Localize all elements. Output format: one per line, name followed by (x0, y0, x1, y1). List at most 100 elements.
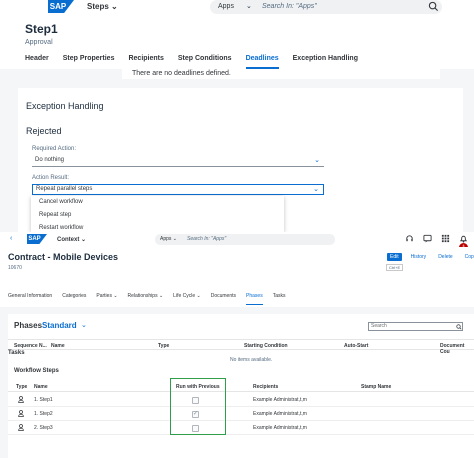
top-screen: SAP Steps ⌄ Apps ⌄ Search In: "Apps" Ste… (0, 0, 474, 232)
column-header[interactable]: Document Cou (440, 343, 474, 355)
table-row[interactable]: 1. Step1 Example Administrat,t,m (8, 393, 474, 407)
copy-button[interactable]: Copy (460, 252, 474, 262)
step-name[interactable]: 1. Step2 (34, 411, 53, 417)
apps-grid-icon[interactable] (441, 234, 450, 243)
action-result-dropdown: Cancel workflow Repeat step Restart work… (31, 196, 284, 232)
shell-bar: ‹ SAP Context ⌄ Apps ⌄ Search In: "Apps"… (0, 232, 474, 252)
workflow-steps-title: Workflow Steps (14, 368, 59, 374)
search-icon[interactable] (456, 324, 462, 330)
search-icon[interactable] (428, 1, 439, 12)
action-result-select[interactable]: Repeat parallel steps ⌄ (32, 184, 324, 195)
tab-parties[interactable]: Parties ⌄ (96, 293, 117, 305)
required-action-label: Required Action: (32, 146, 77, 152)
column-header[interactable]: Name (51, 343, 65, 349)
column-header[interactable]: Stamp Name (361, 384, 391, 390)
person-icon (18, 410, 24, 417)
tab-step-properties[interactable]: Step Properties (63, 55, 115, 69)
tab-exception-handling[interactable]: Exception Handling (293, 55, 358, 69)
variant-selector[interactable]: Standard (42, 321, 77, 330)
person-icon (18, 396, 24, 403)
tab-documents[interactable]: Documents (211, 293, 236, 305)
required-action-select[interactable]: Do nothing ⌄ (32, 156, 324, 167)
table-row[interactable]: 1. Step2 ✓ Example Administrat,t,m (8, 407, 474, 421)
highlight-box (170, 378, 226, 435)
shortcut-tooltip: Ctrl+E (386, 264, 404, 271)
rejected-title: Rejected (26, 126, 62, 136)
recipients-value: Example Administrat,t,m (253, 425, 307, 431)
edit-button[interactable]: Edit (386, 252, 403, 262)
bottom-screen: ‹ SAP Context ⌄ Apps ⌄ Search In: "Apps"… (0, 232, 474, 458)
tab-life-cycle[interactable]: Life Cycle ⌄ (173, 293, 201, 305)
tab-categories[interactable]: Categories (62, 293, 86, 305)
person-icon (18, 424, 24, 431)
tab-recipients[interactable]: Recipients (128, 55, 163, 69)
column-header[interactable]: Type (16, 384, 27, 390)
option-restart-workflow[interactable]: Restart workflow (31, 222, 284, 232)
object-id: 10670 (8, 265, 22, 271)
context-label: Context (57, 237, 80, 243)
tasks-section-label: Tasks (8, 350, 25, 356)
tab-general-information[interactable]: General Information (8, 293, 52, 305)
tab-header[interactable]: Header (25, 55, 49, 69)
page-title: Step1 (25, 22, 58, 36)
chevron-down-icon[interactable]: ⌄ (81, 321, 87, 329)
search-input[interactable]: Search In: "Apps" (187, 236, 226, 242)
context-menu[interactable]: Context ⌄ (57, 236, 86, 243)
bell-icon[interactable]: 4 (459, 234, 468, 252)
tab-tasks[interactable]: Tasks (273, 293, 286, 305)
action-result-label: Action Result: (32, 175, 70, 181)
tab-relationships[interactable]: Relationships ⌄ (128, 293, 164, 305)
column-header[interactable]: Sequence N... (14, 343, 47, 349)
recipients-value: Example Administrat,t,m (253, 411, 307, 417)
sap-logo[interactable]: SAP (48, 0, 74, 13)
search-input[interactable]: Search In: "Apps" (262, 3, 317, 10)
tab-bar: General Information Categories Parties ⌄… (8, 293, 285, 305)
option-cancel-workflow[interactable]: Cancel workflow (31, 196, 284, 209)
chevron-down-icon: ⌄ (246, 3, 252, 10)
column-header[interactable]: Type (158, 343, 169, 349)
shell-bar: SAP Steps ⌄ Apps ⌄ Search In: "Apps" (0, 0, 474, 15)
search-scope[interactable]: Apps ⌄ (160, 236, 177, 242)
phases-title: Phases (14, 321, 43, 330)
tab-phases[interactable]: Phases (246, 293, 263, 305)
action-result-value: Repeat parallel steps (36, 186, 93, 192)
option-repeat-step[interactable]: Repeat step (31, 209, 284, 222)
history-button[interactable]: History (406, 252, 431, 262)
object-header: Contract - Mobile Devices 10670 Edit His… (0, 247, 474, 307)
chevron-down-icon: ⌄ (111, 2, 118, 11)
tab-bar: Header Step Properties Recipients Step C… (25, 55, 358, 69)
sap-logo[interactable]: SAP (27, 234, 47, 244)
column-header[interactable]: Starting Condition (244, 343, 288, 349)
section-title: Exception Handling (26, 101, 104, 111)
column-header[interactable]: Name (34, 384, 48, 390)
back-icon[interactable]: ‹ (10, 235, 12, 242)
exception-handling-section: Exception Handling (18, 88, 463, 122)
chevron-down-icon: ⌄ (81, 237, 87, 243)
phases-header-row: Sequence N... Name Type Starting Conditi… (8, 339, 474, 355)
workflow-steps-table: Workflow Steps Type Name Run with Previo… (8, 362, 474, 458)
step-name[interactable]: 2. Step3 (34, 425, 53, 431)
search-scope[interactable]: Apps (218, 3, 234, 10)
delete-button[interactable]: Delete (434, 252, 457, 262)
tab-step-conditions[interactable]: Step Conditions (178, 55, 232, 69)
phases-search-input[interactable]: Search (368, 322, 463, 331)
feedback-icon[interactable] (423, 234, 432, 243)
recipients-value: Example Administrat,t,m (253, 397, 307, 403)
context-menu[interactable]: Steps ⌄ (87, 2, 118, 11)
tab-deadlines[interactable]: Deadlines (245, 55, 279, 69)
object-header: Step1 Approval Header Step Properties Re… (0, 15, 474, 69)
context-label: Steps (87, 2, 109, 11)
page-subtitle: Approval (25, 39, 53, 46)
chevron-down-icon: ⌄ (313, 186, 319, 193)
table-row[interactable]: 2. Step3 Example Administrat,t,m (8, 421, 474, 435)
headset-icon[interactable] (405, 234, 414, 243)
header-actions: Edit History Delete Copy (386, 252, 474, 262)
search-field[interactable]: Apps ⌄ Search In: "Apps" (210, 0, 442, 14)
search-field[interactable]: Apps ⌄ Search In: "Apps" (155, 234, 335, 245)
page-title: Contract - Mobile Devices (8, 252, 119, 262)
no-deadlines-message: There are no deadlines defined. (122, 69, 440, 79)
step-name[interactable]: 1. Step1 (34, 397, 53, 403)
shell-actions: 4 (405, 234, 468, 252)
column-header[interactable]: Auto-Start (344, 343, 368, 349)
column-header[interactable]: Recipients (253, 384, 278, 390)
